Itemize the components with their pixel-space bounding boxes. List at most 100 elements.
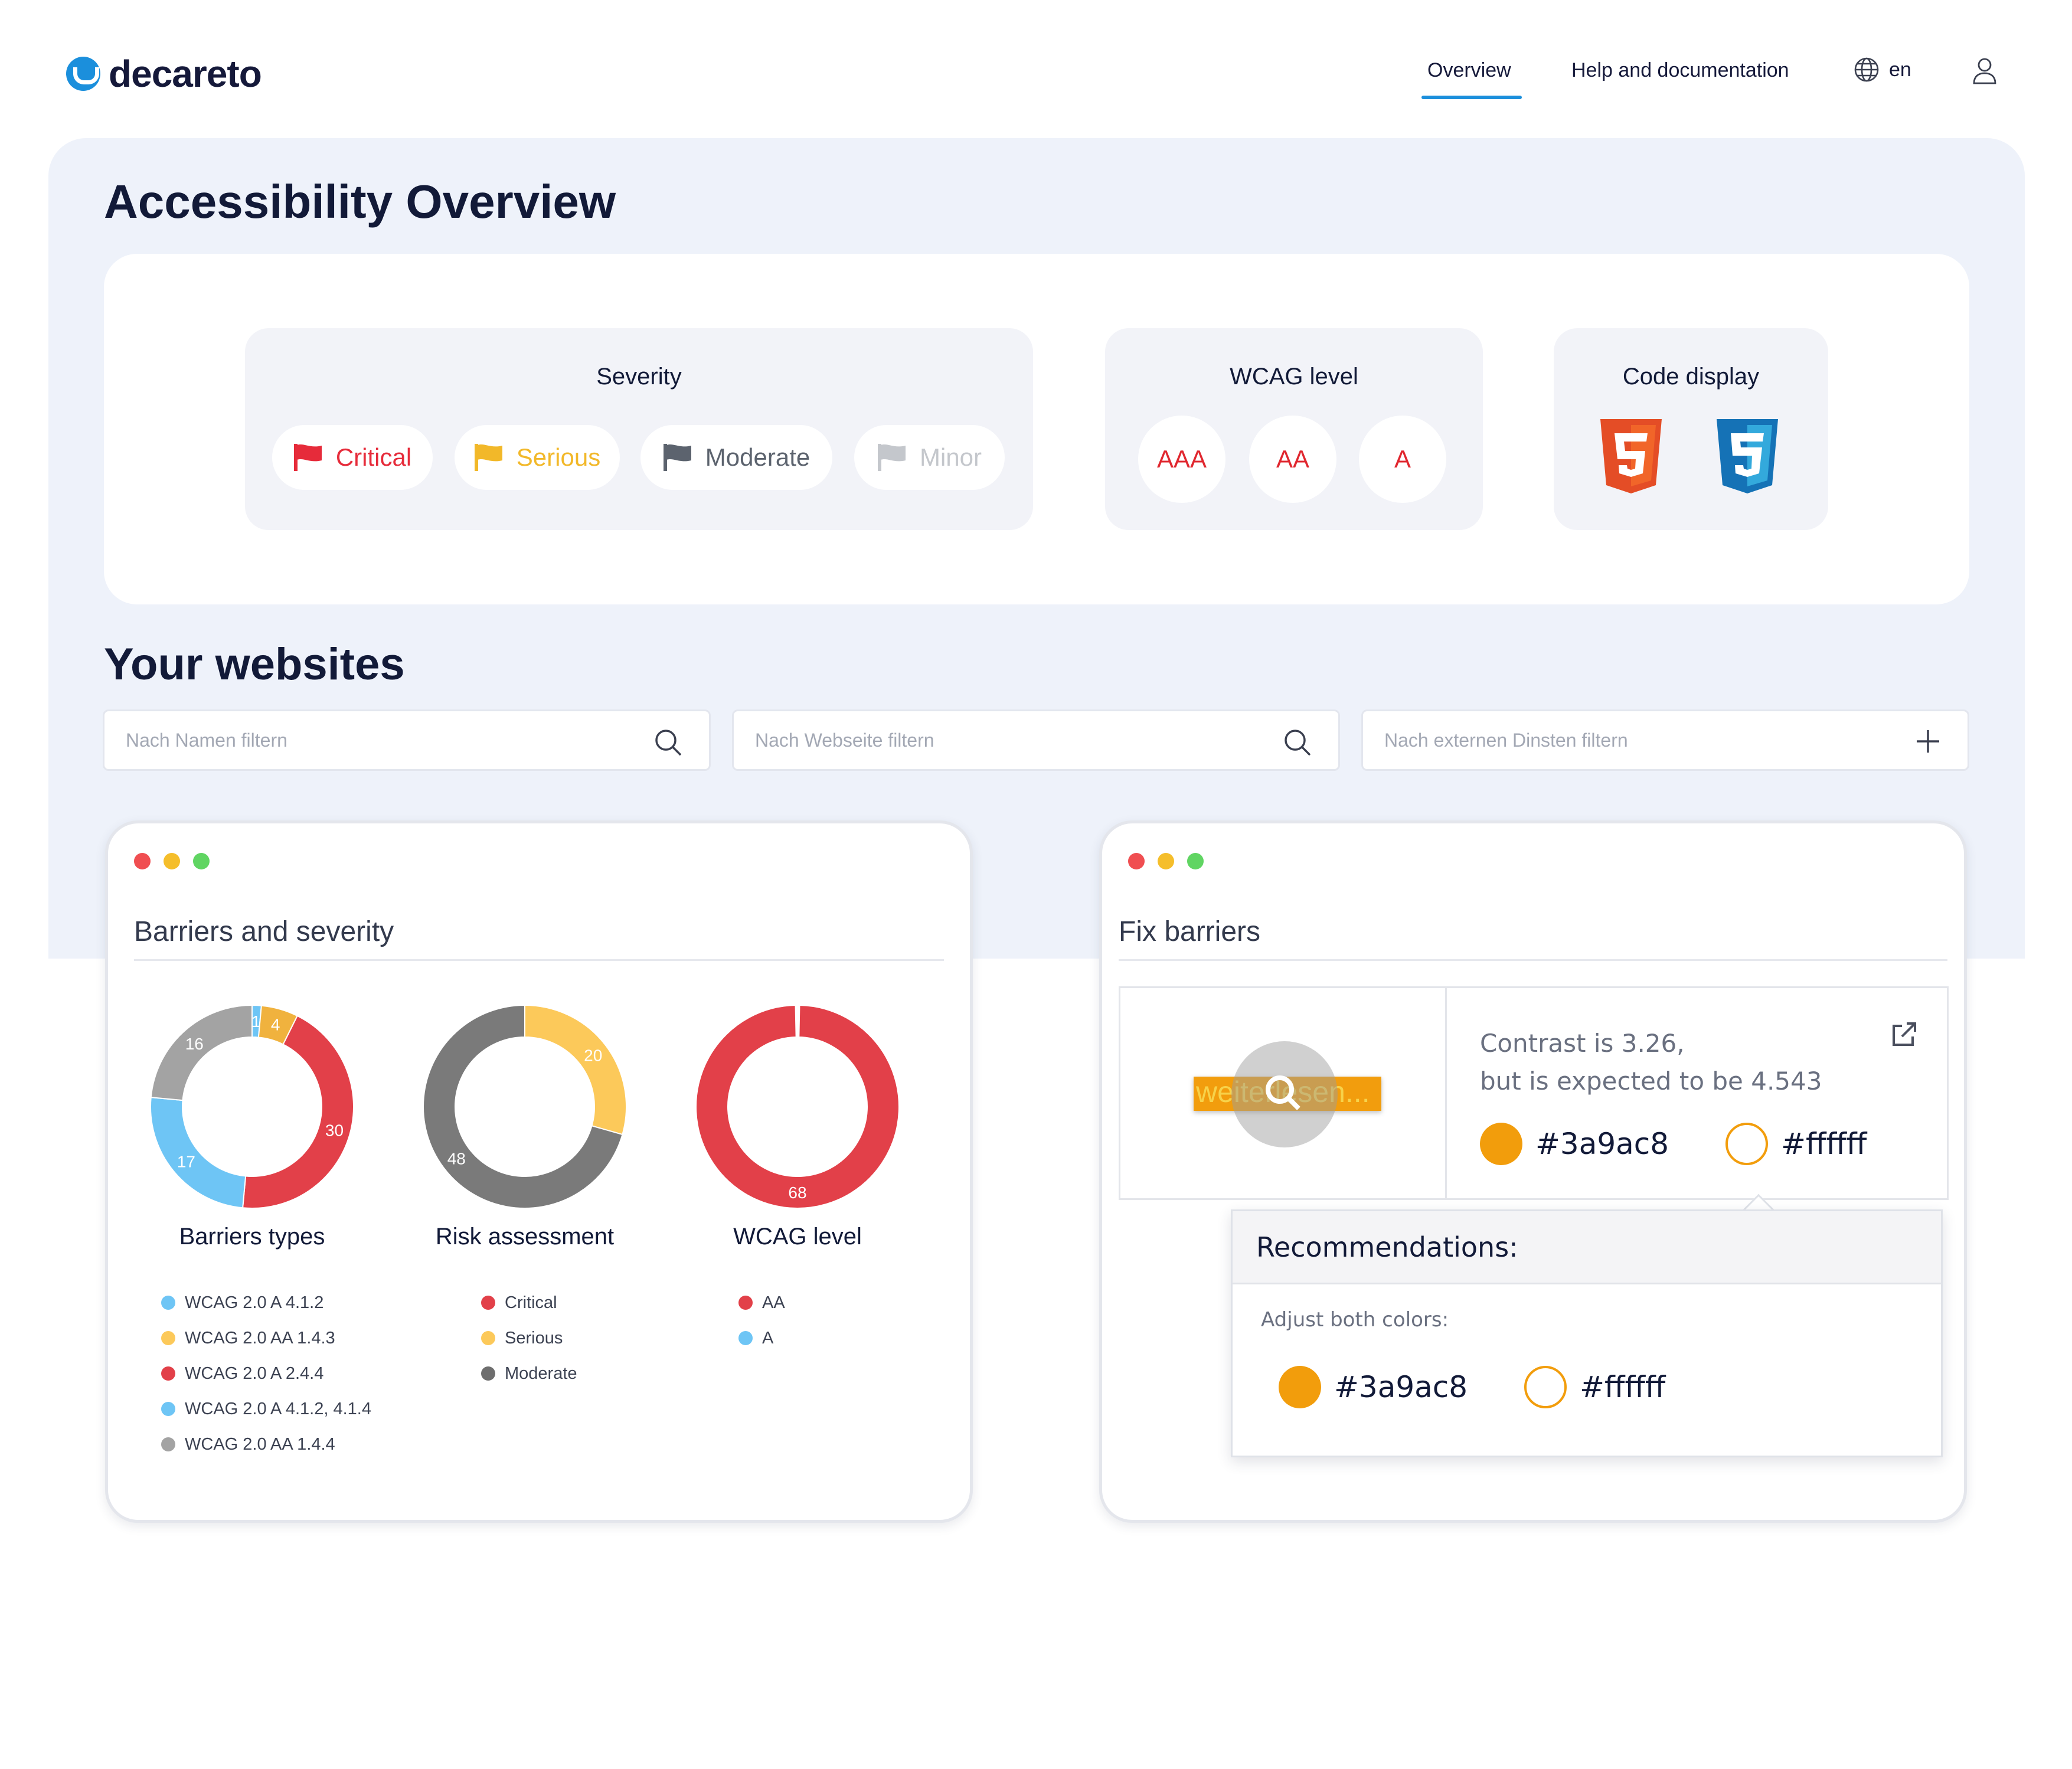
logo-icon xyxy=(66,57,100,91)
close-dot xyxy=(134,853,151,869)
donut-value-label: 30 xyxy=(325,1121,344,1140)
divider xyxy=(1119,959,1947,961)
legend-label: Serious xyxy=(505,1328,563,1348)
legend-label: Critical xyxy=(505,1293,557,1312)
wcag-aaa-button[interactable]: AAA xyxy=(1138,416,1225,503)
donut-value-label: 1 xyxy=(251,1012,261,1031)
maximize-dot xyxy=(1187,853,1204,869)
severity-moderate-button[interactable]: Moderate xyxy=(640,425,832,490)
foreground-swatch[interactable] xyxy=(1480,1123,1522,1165)
wcag-level-label: WCAG level xyxy=(733,1224,862,1250)
website-filter-field xyxy=(732,709,1340,771)
background-color-value: #ffffff xyxy=(1781,1127,1867,1161)
flag-icon xyxy=(663,444,691,471)
legend-label: WCAG 2.0 A 4.1.2 xyxy=(185,1293,324,1312)
nav-overview[interactable]: Overview xyxy=(1427,59,1511,82)
legend-item: Serious xyxy=(481,1320,577,1356)
donut-segment xyxy=(695,1005,900,1209)
barriers-types-legend: WCAG 2.0 A 4.1.2 WCAG 2.0 AA 1.4.3 WCAG … xyxy=(161,1285,371,1462)
legend-dot xyxy=(481,1296,495,1310)
donut-value-label: 20 xyxy=(584,1047,602,1065)
donut-value-label: 48 xyxy=(447,1149,466,1168)
recommended-foreground-swatch[interactable] xyxy=(1279,1366,1321,1408)
maximize-dot xyxy=(193,853,210,869)
user-menu[interactable] xyxy=(1972,57,1998,88)
risk-assessment-legend: Critical Serious Moderate xyxy=(481,1285,577,1391)
legend-dot xyxy=(481,1331,495,1345)
barriers-severity-panel: Barriers and severity 1 4 30 17 16 Barriers … xyxy=(105,820,973,1523)
contrast-preview[interactable]: weiterlesen... xyxy=(1119,986,1447,1200)
window-controls xyxy=(134,853,223,869)
severity-moderate-label: Moderate xyxy=(705,443,811,471)
contrast-info: Contrast is 3.26, but is expected to be … xyxy=(1447,986,1949,1200)
risk-assessment-label: Risk assessment xyxy=(435,1224,615,1250)
legend-item: AA xyxy=(738,1285,785,1320)
legend-item: WCAG 2.0 A 4.1.2, 4.1.4 xyxy=(161,1391,371,1427)
language-code: en xyxy=(1889,58,1911,81)
severity-serious-button[interactable]: Serious xyxy=(455,425,620,490)
donut-segment xyxy=(150,1097,247,1209)
wcag-aa-button[interactable]: AA xyxy=(1249,416,1336,503)
fix-barriers-title: Fix barriers xyxy=(1119,916,1261,947)
legend-item: WCAG 2.0 AA 1.4.4 xyxy=(161,1427,371,1462)
legend-label: WCAG 2.0 A 4.1.2, 4.1.4 xyxy=(185,1399,371,1418)
legend-dot xyxy=(161,1437,175,1451)
legend-label: WCAG 2.0 AA 1.4.3 xyxy=(185,1328,335,1348)
donut-value-label: 17 xyxy=(177,1153,195,1171)
nav-help-documentation[interactable]: Help and documentation xyxy=(1571,59,1789,82)
css3-icon[interactable] xyxy=(1714,419,1780,496)
flag-icon xyxy=(474,444,502,471)
donut-value-label: 68 xyxy=(788,1183,806,1202)
fix-barriers-panel: Fix barriers weiterlesen... Contrast is … xyxy=(1099,820,1967,1523)
legend-label: Moderate xyxy=(505,1363,577,1383)
external-link-icon[interactable] xyxy=(1890,1021,1917,1048)
donut-segment xyxy=(242,1015,354,1209)
html5-icon[interactable] xyxy=(1598,419,1664,496)
name-filter-input[interactable] xyxy=(126,711,648,769)
page-title: Accessibility Overview xyxy=(104,175,616,228)
magnifier-preview: weiterlesen... xyxy=(1194,1041,1381,1147)
legend-item: WCAG 2.0 A 4.1.2 xyxy=(161,1285,371,1320)
contrast-expected-text: but is expected to be 4.543 xyxy=(1480,1067,1822,1096)
website-filter-input[interactable] xyxy=(755,711,1277,769)
severity-critical-button[interactable]: Critical xyxy=(272,425,433,490)
barriers-types-label: Barriers types xyxy=(179,1224,325,1250)
nav-active-indicator xyxy=(1421,96,1522,99)
donut-segment xyxy=(524,1004,627,1136)
legend-dot xyxy=(161,1331,175,1345)
search-icon[interactable] xyxy=(1283,728,1312,757)
name-filter-field xyxy=(103,709,711,771)
legend-label: AA xyxy=(762,1293,785,1312)
legend-dot xyxy=(738,1296,753,1310)
legend-item: WCAG 2.0 A 2.4.4 xyxy=(161,1356,371,1391)
window-controls xyxy=(1128,853,1217,869)
severity-critical-label: Critical xyxy=(335,443,412,471)
current-colors: #3a9ac8 #ffffff xyxy=(1480,1123,1867,1165)
wcag-title: WCAG level xyxy=(1230,364,1358,390)
severity-serious-label: Serious xyxy=(516,443,601,471)
recommendations-popover: Recommendations: Adjust both colors: #3a… xyxy=(1231,1209,1943,1457)
code-display-title: Code display xyxy=(1622,364,1760,390)
severity-minor-label: Minor xyxy=(919,443,982,471)
donut-value-label: 16 xyxy=(185,1035,204,1053)
legend-item: Critical xyxy=(481,1285,577,1320)
top-header: decareto Overview Help and documentation… xyxy=(0,0,2072,137)
external-services-filter-input[interactable] xyxy=(1384,711,1906,769)
code-display-group: Code display xyxy=(1554,328,1828,530)
wcag-level-donut: 68 xyxy=(695,1005,900,1209)
wcag-a-button[interactable]: A xyxy=(1359,416,1446,503)
contrast-message: Contrast is 3.26, but is expected to be … xyxy=(1480,1025,1822,1100)
contrast-ratio-text: Contrast is 3.26, xyxy=(1480,1029,1685,1058)
search-icon[interactable] xyxy=(653,728,683,757)
wcag-level-legend: AA A xyxy=(738,1285,785,1356)
plus-icon[interactable] xyxy=(1914,728,1942,755)
severity-minor-button[interactable]: Minor xyxy=(854,425,1005,490)
legend-dot xyxy=(161,1366,175,1381)
language-switcher[interactable]: en xyxy=(1854,57,1911,83)
brand-logo[interactable]: decareto xyxy=(66,52,262,96)
flag-icon xyxy=(877,444,906,471)
barriers-panel-title: Barriers and severity xyxy=(134,916,394,947)
background-swatch[interactable] xyxy=(1725,1123,1769,1165)
close-dot xyxy=(1128,853,1145,869)
recommended-background-swatch[interactable] xyxy=(1524,1366,1567,1408)
